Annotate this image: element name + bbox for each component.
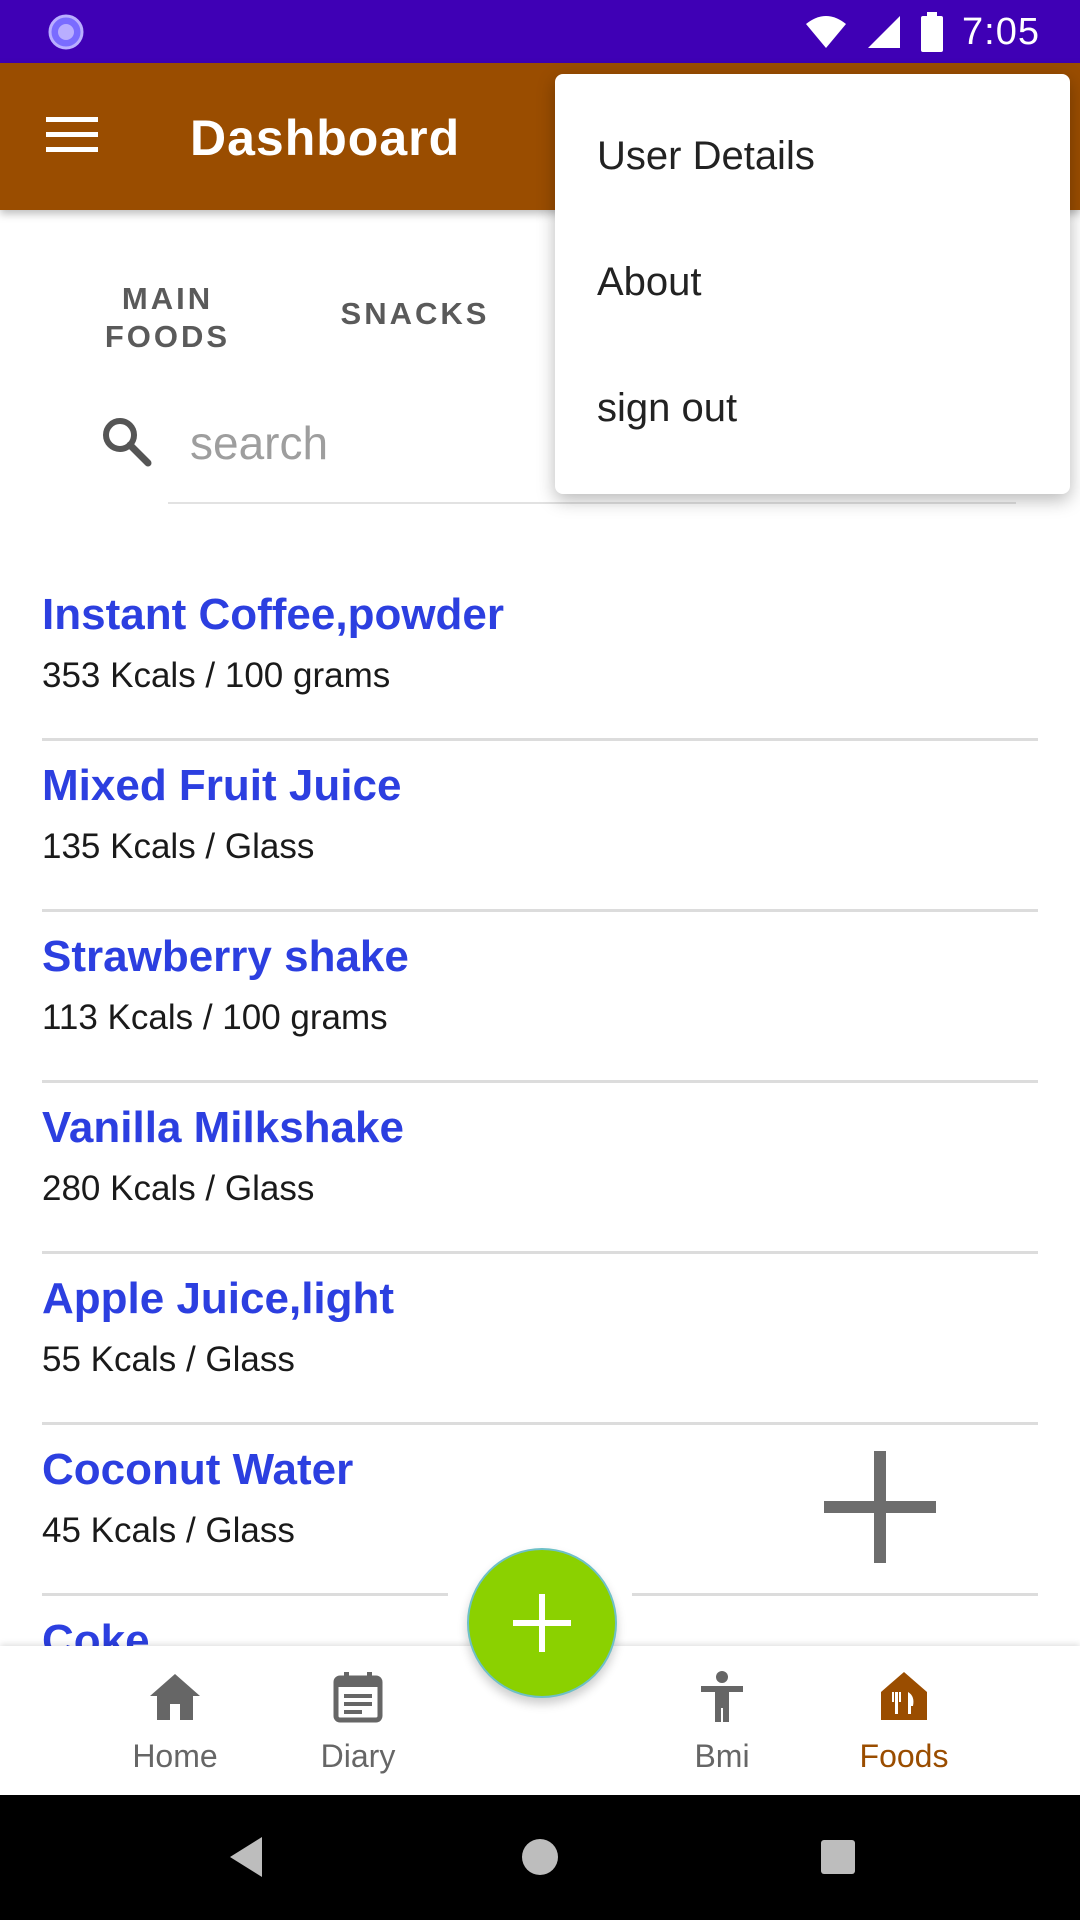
food-calories: 353 Kcals / 100 grams [42,656,391,695]
person-icon [701,1671,743,1722]
sync-icon [48,14,84,50]
food-calories: 55 Kcals / Glass [42,1340,295,1379]
status-bar: 7:05 [0,0,1080,63]
list-item[interactable]: Mixed Fruit Juice 135 Kcals / Glass [42,741,1038,912]
diary-icon [333,1672,383,1723]
page-title: Dashboard [190,110,461,166]
battery-icon [921,12,944,52]
nav-label: Home [132,1738,218,1774]
list-item[interactable]: Instant Coffee,powder 353 Kcals / 100 gr… [42,570,1038,741]
tab-snacks[interactable]: SNACKS [320,296,510,332]
nav-foods[interactable]: Foods [824,1646,984,1795]
add-button[interactable] [467,1548,617,1698]
list-item[interactable]: Apple Juice,light 55 Kcals / Glass [42,1254,1038,1425]
back-icon[interactable] [222,1831,274,1883]
nav-home[interactable]: Home [95,1646,255,1795]
plus-icon [513,1594,571,1652]
nav-label: Diary [320,1738,396,1774]
menu-item-sign-out[interactable]: sign out [597,386,737,431]
nav-label: Bmi [694,1738,750,1774]
food-name: Mixed Fruit Juice [42,761,402,810]
search-icon [103,418,152,467]
home-icon [150,1674,200,1720]
foods-icon [881,1672,927,1720]
menu-item-about[interactable]: About [597,260,702,305]
status-time: 7:05 [962,10,1040,53]
nav-label: Foods [859,1738,949,1774]
overflow-menu: User Details About sign out [555,74,1070,494]
food-name: Apple Juice,light [42,1274,395,1323]
food-name: Coconut Water [42,1445,354,1494]
nav-bmi[interactable]: Bmi [642,1646,802,1795]
food-name: Instant Coffee,powder [42,590,505,639]
food-name: Vanilla Milkshake [42,1103,404,1152]
menu-item-user-details[interactable]: User Details [597,134,815,179]
signal-icon [868,16,901,48]
food-calories: 280 Kcals / Glass [42,1169,315,1208]
system-navigation-bar [0,1795,1080,1920]
list-item[interactable]: Vanilla Milkshake 280 Kcals / Glass [42,1083,1038,1254]
nav-diary[interactable]: Diary [278,1646,438,1795]
food-calories: 45 Kcals / Glass [42,1511,295,1550]
recents-icon[interactable] [812,1831,864,1883]
list-item[interactable]: Strawberry shake 113 Kcals / 100 grams [42,912,1038,1083]
add-food-plus-icon[interactable] [822,1449,938,1565]
wifi-icon [806,16,847,48]
hamburger-menu-icon[interactable] [46,115,98,155]
home-circle-icon[interactable] [514,1831,566,1883]
food-calories: 135 Kcals / Glass [42,827,315,866]
status-icons: 7:05 [804,8,1040,56]
food-name: Strawberry shake [42,932,409,981]
food-calories: 113 Kcals / 100 grams [42,998,388,1037]
tab-main-foods[interactable]: MAIN FOODS [80,280,255,356]
